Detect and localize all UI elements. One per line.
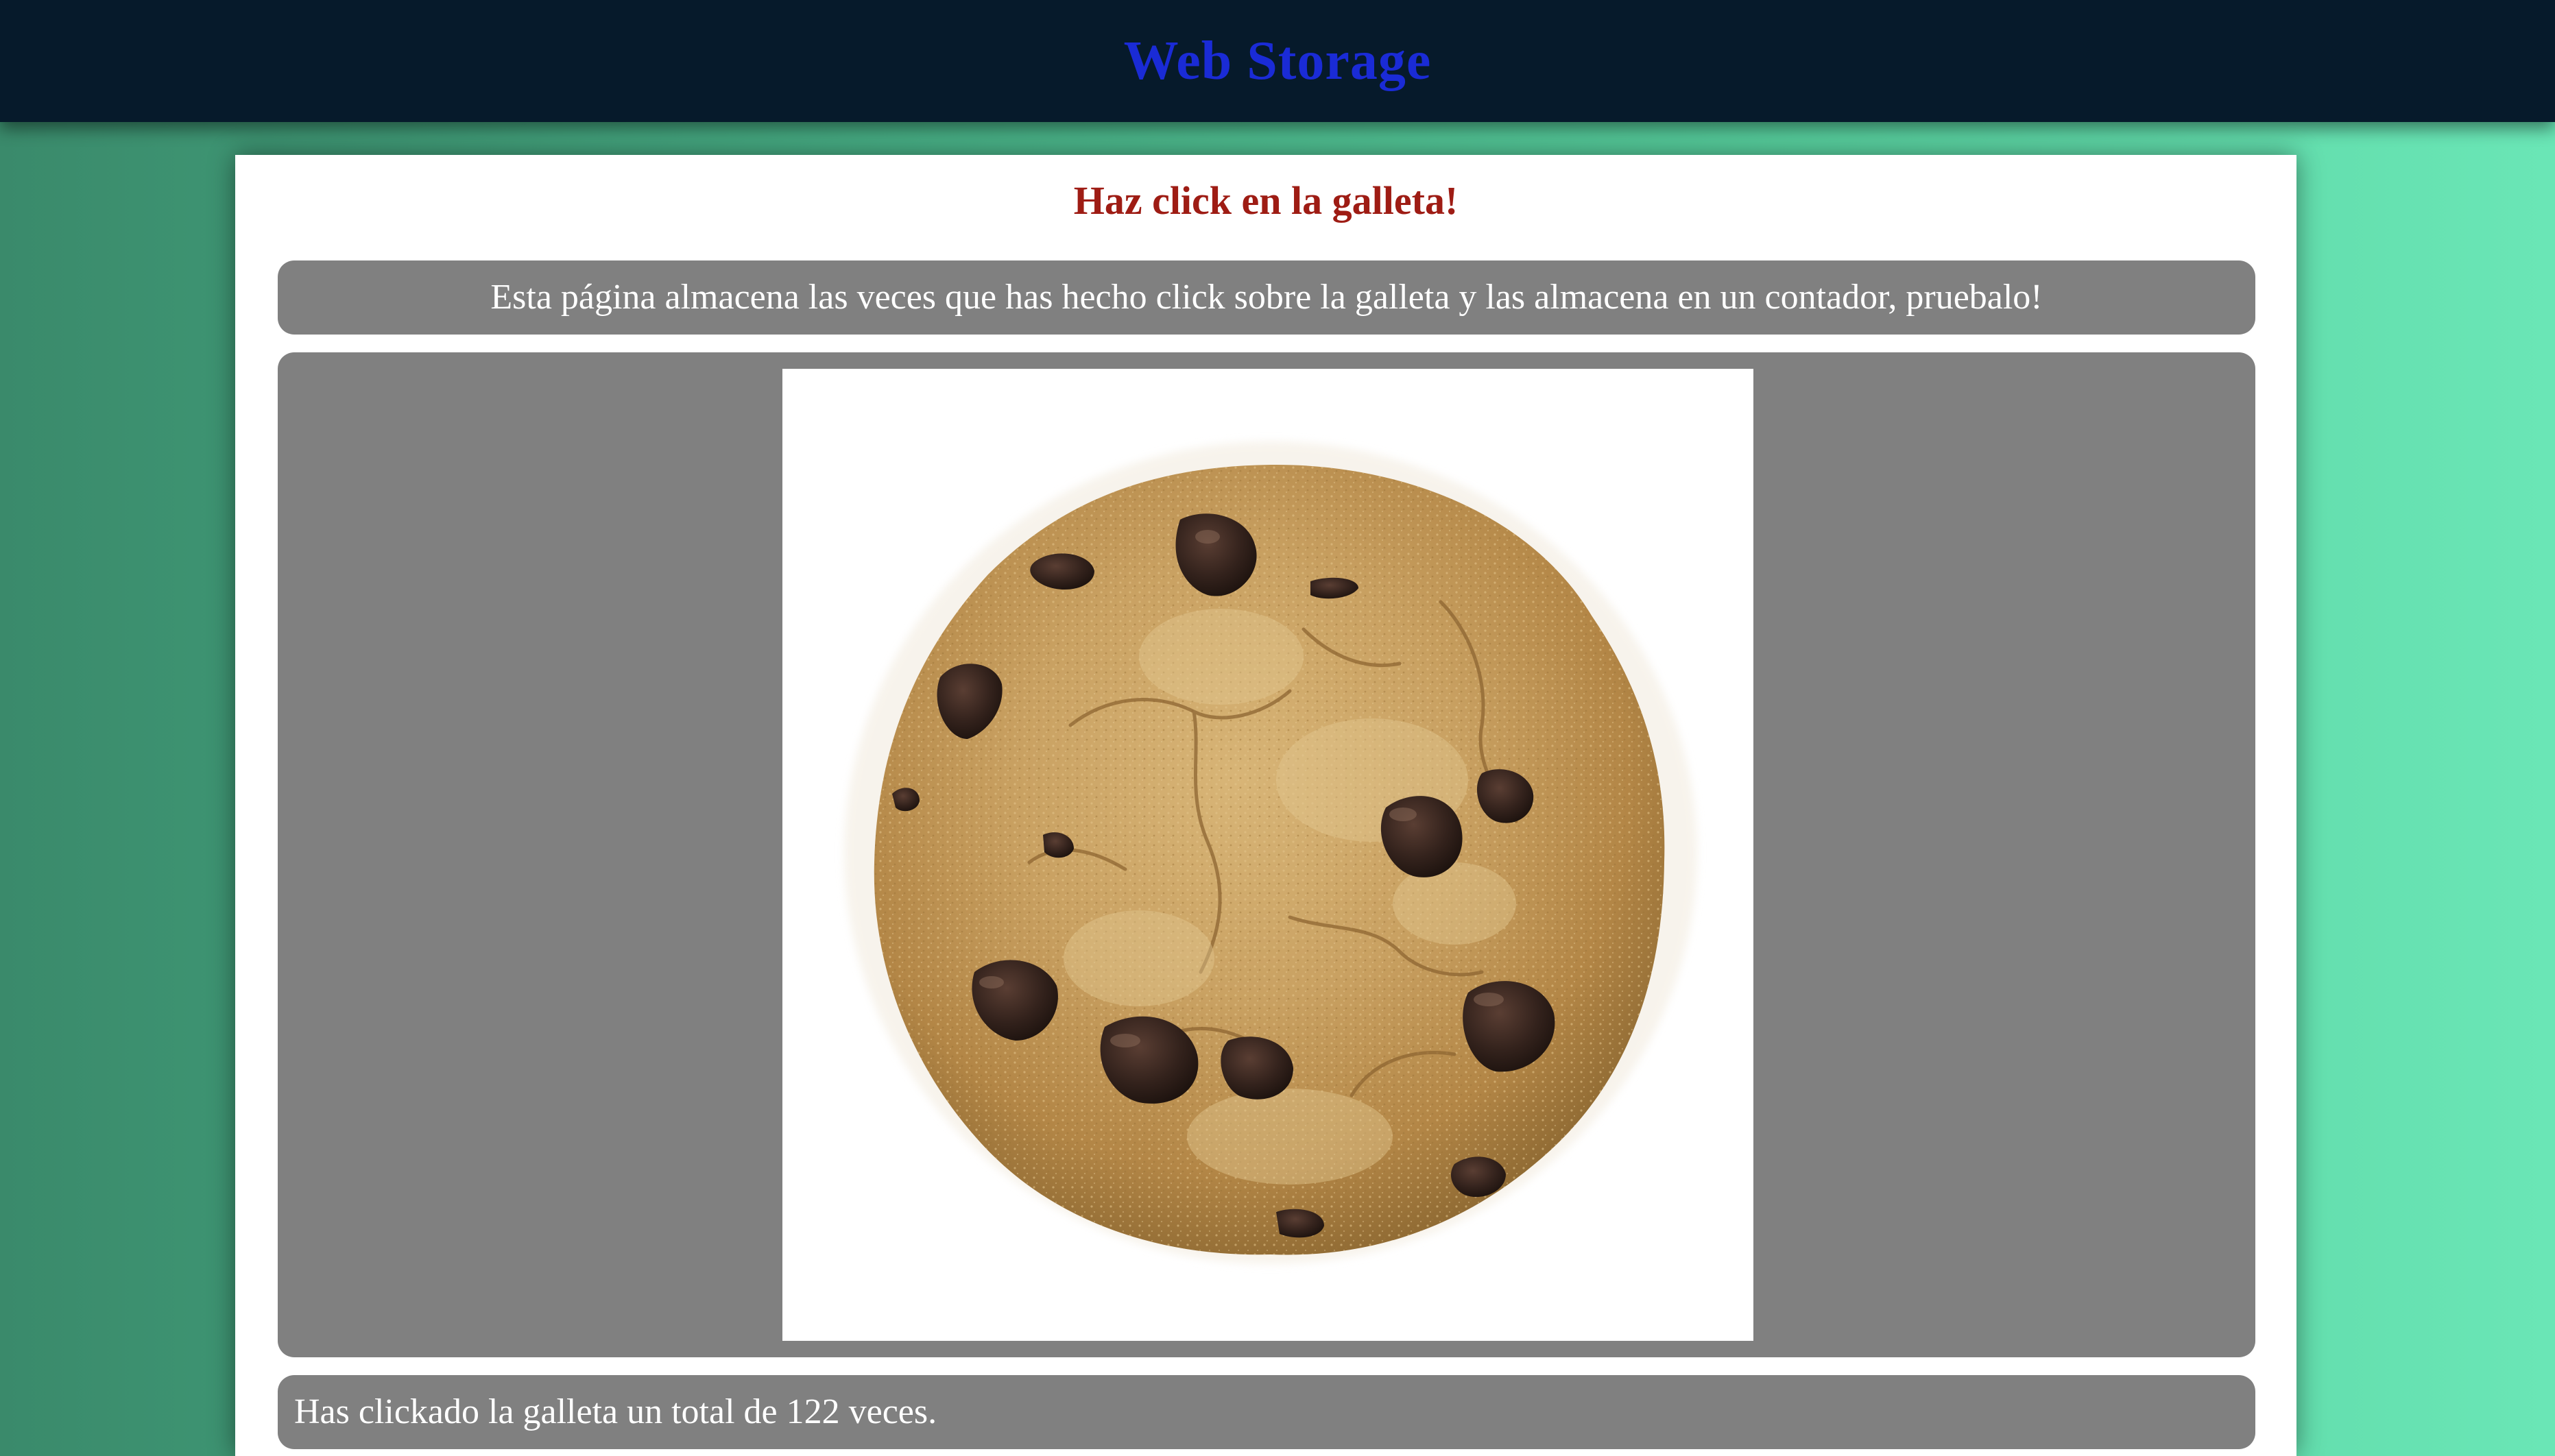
cookie-panel	[278, 352, 2255, 1357]
main-card: Haz click en la galleta! Esta página alm…	[235, 155, 2296, 1456]
description-panel: Esta página almacena las veces que has h…	[278, 260, 2255, 335]
page-heading: Haz click en la galleta!	[1073, 178, 1459, 223]
chocolate-chip-cookie-icon	[844, 441, 1697, 1264]
click-counter-text: Has clickado la galleta un total de 122 …	[294, 1392, 937, 1431]
description-text: Esta página almacena las veces que has h…	[490, 278, 2043, 317]
site-title: Web Storage	[1123, 30, 1432, 91]
cookie-image[interactable]	[782, 369, 1753, 1341]
counter-panel: Has clickado la galleta un total de 122 …	[278, 1375, 2255, 1449]
page-header: Web Storage	[0, 0, 2555, 122]
